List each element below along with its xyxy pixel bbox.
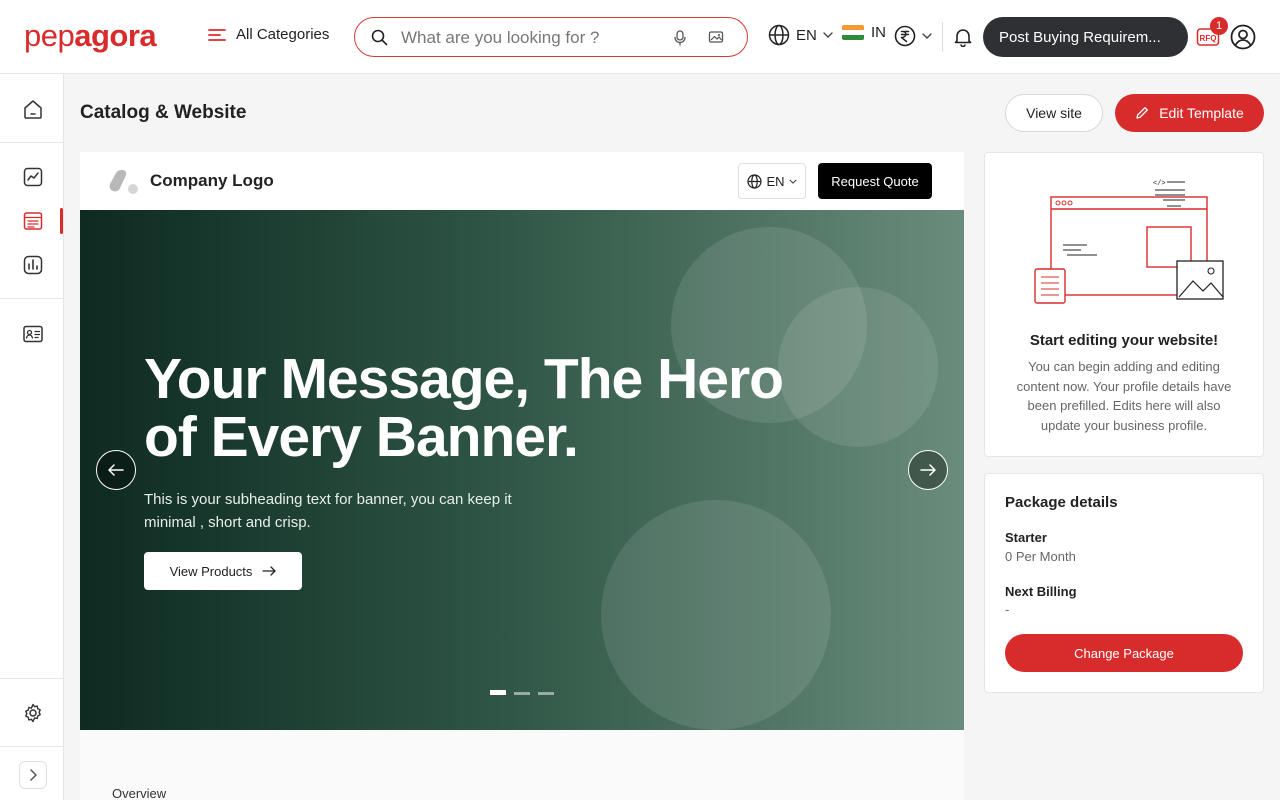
rfq-count-badge: 1: [1210, 17, 1228, 35]
microphone-icon[interactable]: [673, 30, 687, 46]
sidebar-active-indicator: [60, 208, 63, 234]
plan-name: Starter: [1005, 530, 1047, 545]
decorative-circle: [778, 287, 938, 447]
rupee-icon: [894, 25, 916, 47]
arrow-right-icon: [262, 566, 277, 576]
slide-dot[interactable]: [490, 690, 506, 695]
country-selector[interactable]: IN: [842, 24, 886, 41]
start-editing-description: You can begin adding and editing content…: [1016, 359, 1232, 433]
bell-icon[interactable]: [953, 27, 973, 47]
search-bar: [354, 17, 748, 57]
sidebar-divider: [0, 142, 63, 143]
hero-subtitle: This is your subheading text for banner,…: [144, 491, 512, 531]
overview-heading: Overview: [112, 786, 167, 800]
language-label: EN: [796, 26, 817, 44]
website-editing-illustration: </>: [1033, 177, 1225, 307]
language-selector[interactable]: EN: [768, 24, 833, 46]
sidebar-divider: [0, 298, 63, 299]
chevron-right-icon: [29, 769, 37, 781]
post-buying-requirement-button[interactable]: Post Buying Requirem...: [983, 17, 1188, 57]
currency-selector[interactable]: [894, 25, 932, 47]
rfq-label: RFQ: [1200, 34, 1217, 43]
decorative-circle: [601, 500, 831, 730]
header-divider: [942, 22, 943, 52]
logo-text-part2: agora: [74, 18, 157, 53]
view-site-button[interactable]: View site: [1005, 94, 1103, 132]
request-quote-button[interactable]: Request Quote: [818, 163, 932, 199]
image-search-icon[interactable]: [708, 30, 724, 44]
company-logo-text: Company Logo: [150, 171, 274, 190]
company-logo-icon: [108, 168, 142, 196]
edit-template-label: Edit Template: [1159, 105, 1244, 121]
chevron-down-icon: [788, 179, 797, 184]
sidebar-divider: [0, 678, 63, 679]
country-label: IN: [871, 24, 886, 41]
all-categories-label: All Categories: [236, 26, 330, 43]
arrow-left-icon: [108, 464, 124, 476]
analytics-icon[interactable]: [22, 166, 44, 188]
package-details-title: Package details: [1005, 494, 1118, 511]
package-details-card: Package details Starter 0 Per Month Next…: [984, 473, 1264, 693]
sidebar-divider: [0, 746, 63, 747]
globe-icon: [768, 24, 790, 46]
hero-title: Your Message, The Hero of Every Banner.: [144, 347, 784, 469]
top-header: pepagora All Categories EN IN: [0, 0, 1280, 74]
change-package-label: Change Package: [1074, 645, 1174, 661]
slide-indicators: [490, 690, 554, 695]
edit-template-button[interactable]: Edit Template: [1115, 94, 1264, 132]
slide-dot[interactable]: [538, 692, 554, 695]
hero-banner: Your Message, The Hero of Every Banner. …: [80, 210, 964, 730]
slide-dot[interactable]: [514, 692, 530, 695]
settings-gear-icon[interactable]: [22, 702, 44, 724]
next-slide-button[interactable]: [908, 450, 948, 490]
website-preview: Company Logo EN Request Quote Your Messa…: [80, 152, 964, 800]
view-site-label: View site: [1026, 105, 1082, 121]
pencil-icon: [1135, 106, 1149, 120]
preview-navbar: Company Logo EN Request Quote: [80, 152, 964, 210]
change-package-button[interactable]: Change Package: [1005, 634, 1243, 672]
preview-language-label: EN: [766, 173, 785, 189]
india-flag-icon: [842, 25, 864, 40]
home-icon[interactable]: [22, 98, 44, 120]
expand-sidebar-button[interactable]: [19, 761, 47, 789]
logo-text-part1: pep: [24, 18, 75, 53]
catalog-website-icon[interactable]: [22, 210, 44, 232]
menu-icon: [208, 28, 226, 42]
next-billing-label: Next Billing: [1005, 584, 1077, 599]
left-sidebar: [0, 74, 64, 800]
view-products-label: View Products: [169, 563, 253, 579]
preview-language-selector[interactable]: EN: [738, 163, 806, 199]
plan-price: 0 Per Month: [1005, 549, 1076, 564]
all-categories-button[interactable]: All Categories: [208, 26, 329, 43]
arrow-right-icon: [920, 464, 936, 476]
chevron-down-icon: [922, 33, 932, 39]
start-editing-card: </> Start editing your website! You can …: [984, 152, 1264, 457]
post-buying-requirement-label: Post Buying Requirem...: [999, 28, 1161, 46]
user-account-icon[interactable]: [1230, 24, 1256, 50]
search-icon: [371, 29, 388, 46]
pepagora-logo[interactable]: pep agora: [24, 18, 157, 54]
reports-icon[interactable]: [22, 254, 44, 276]
request-quote-label: Request Quote: [831, 173, 919, 189]
view-products-button[interactable]: View Products: [144, 552, 302, 590]
search-input[interactable]: [401, 26, 651, 50]
next-billing-value: -: [1005, 602, 1010, 617]
svg-text:</>: </>: [1153, 180, 1166, 188]
previous-slide-button[interactable]: [96, 450, 136, 490]
contacts-icon[interactable]: [22, 323, 44, 345]
chevron-down-icon: [823, 32, 833, 38]
start-editing-title: Start editing your website!: [1029, 332, 1219, 349]
globe-icon: [747, 173, 763, 189]
page-title: Catalog & Website: [80, 102, 247, 123]
